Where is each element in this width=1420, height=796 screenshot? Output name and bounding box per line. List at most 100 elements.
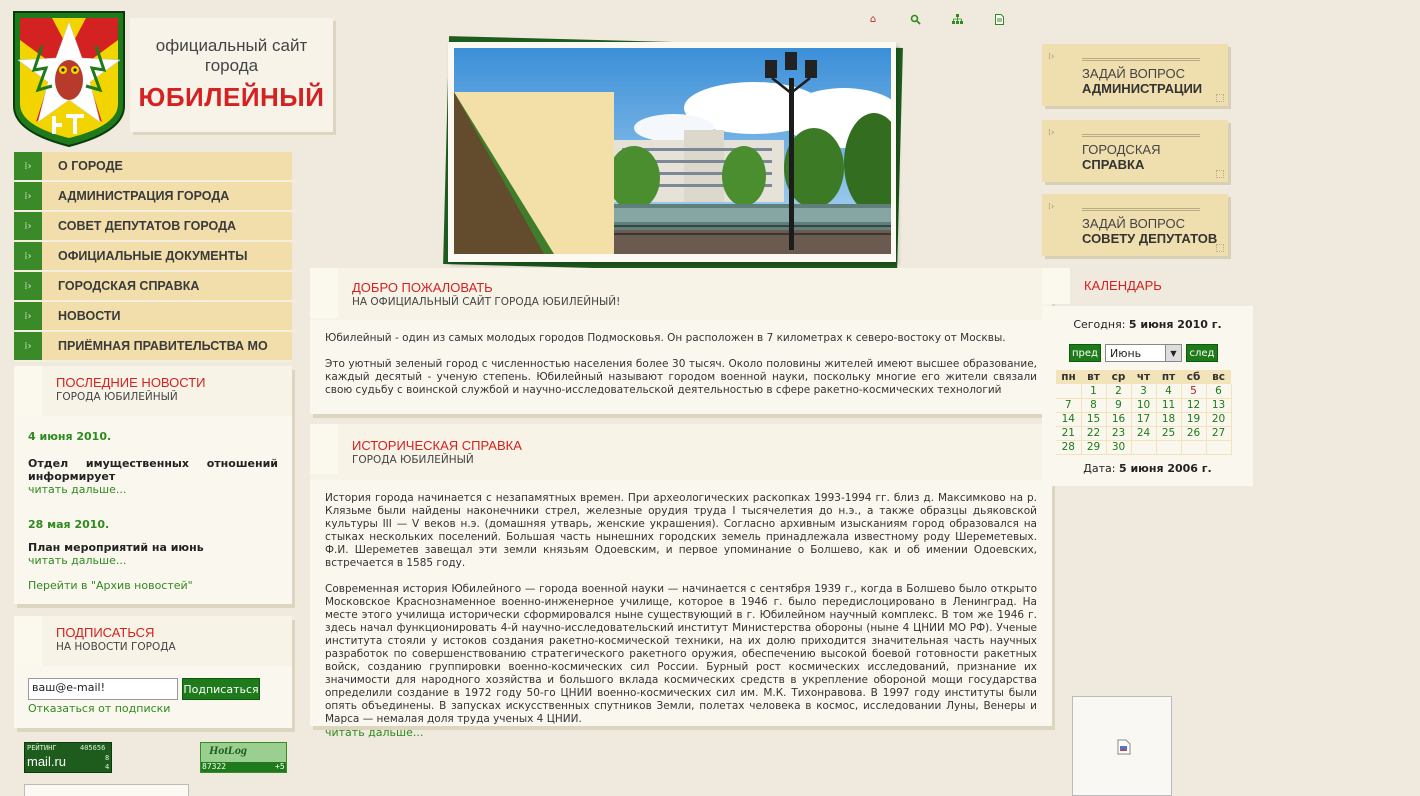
calendar-day[interactable]: 17 [1131,412,1157,427]
read-more-link[interactable]: читать дальше... [28,554,278,567]
calendar-day[interactable]: 24 [1131,426,1157,441]
rating-small2: 4 [105,763,110,771]
menu-item-administration[interactable]: ⁞› АДМИНИСТРАЦИЯ ГОРОДА [14,182,292,212]
calendar-date: Дата: 5 июня 2006 г. [1042,462,1253,475]
sitemap-icon[interactable] [950,12,964,26]
news-archive-link[interactable]: Перейти в "Архив новостей" [28,579,278,592]
site-logo-text[interactable]: официальный сайт города ЮБИЛЕЙНЫЙ [130,18,333,132]
read-more-link[interactable]: читать дальше... [28,483,278,496]
calendar-day[interactable]: 20 [1206,412,1232,427]
calendar-day[interactable]: 2 [1106,384,1132,399]
history-title: ИСТОРИЧЕСКАЯ СПРАВКА [352,438,522,453]
home-icon[interactable]: ⌂ [866,12,880,26]
welcome-subtitle: НА ОФИЦИАЛЬНЫЙ САЙТ ГОРОДА ЮБИЛЕЙНЫЙ! [352,296,621,308]
menu-arrow-icon: ⁞› [14,242,42,270]
unsubscribe-link[interactable]: Отказаться от подписки [28,702,170,715]
calendar-day-selected[interactable]: 5 [1181,384,1207,399]
welcome-block: ДОБРО ПОЖАЛОВАТЬ НА ОФИЦИАЛЬНЫЙ САЙТ ГОР… [310,268,1052,414]
calendar-day[interactable]: 18 [1156,412,1182,427]
calendar-day[interactable]: 1 [1081,384,1107,399]
search-icon[interactable] [908,12,922,26]
calendar-day[interactable]: 22 [1081,426,1107,441]
corner-icon [1216,170,1224,178]
button-line2: АДМИНИСТРАЦИИ [1082,81,1203,96]
calendar-grid: пн вт ср чт пт сб вс 1 2 3 4 5 6 7 8 9 1… [1056,370,1232,455]
calendar-block: КАЛЕНДАРЬ Сегодня: 5 июня 2010 г. пред И… [1042,268,1253,486]
menu-item-government-reception[interactable]: ⁞› ПРИЁМНАЯ ПРАВИТЕЛЬСТВА МО [14,332,292,362]
calendar-day[interactable]: 26 [1181,426,1207,441]
calendar-day[interactable]: 8 [1081,398,1107,413]
mailru-rating-counter[interactable]: РЕЙТИНГ 405656 mail.ru 8 4 [24,742,112,773]
city-view-photo [454,48,891,254]
news-title[interactable]: Отдел имущественных отношений информируе… [28,457,278,483]
arrow-icon: ⁞› [1048,52,1055,62]
menu-item-documents[interactable]: ⁞› ОФИЦИАЛЬНЫЕ ДОКУМЕНТЫ [14,242,292,272]
calendar-day[interactable]: 30 [1106,440,1132,455]
history-block: ИСТОРИЧЕСКАЯ СПРАВКА ГОРОДА ЮБИЛЕЙНЫЙ Ис… [310,424,1052,739]
menu-item-city-reference[interactable]: ⁞› ГОРОДСКАЯ СПРАВКА [14,272,292,302]
menu-item-label: ПРИЁМНАЯ ПРАВИТЕЛЬСТВА МО [58,339,268,353]
menu-item-label: ОФИЦИАЛЬНЫЕ ДОКУМЕНТЫ [58,249,248,263]
email-input[interactable]: ваш@e-mail! [28,678,178,700]
news-date: 28 мая 2010. [28,518,110,531]
menu-arrow-icon: ⁞› [14,182,42,210]
button-line1: ЗАДАЙ ВОПРОС [1082,66,1185,81]
divider [1082,58,1200,61]
calendar-day[interactable]: 29 [1081,440,1107,455]
block-tab [310,424,338,474]
welcome-paragraph: Это уютный зеленый город с численностью … [325,358,1037,396]
menu-item-news[interactable]: ⁞› НОВОСТИ [14,302,292,332]
calendar-day[interactable]: 25 [1156,426,1182,441]
menu-item-about-city[interactable]: ⁞› О ГОРОДЕ [14,152,292,182]
calendar-day[interactable]: 21 [1056,426,1082,441]
calendar-day[interactable]: 27 [1206,426,1232,441]
menu-arrow-icon: ⁞› [14,212,42,240]
calendar-day[interactable]: 6 [1206,384,1232,399]
menu-item-council[interactable]: ⁞› СОВЕТ ДЕПУТАТОВ ГОРОДА [14,212,292,242]
ask-administration-button[interactable]: ⁞› ЗАДАЙ ВОПРОС АДМИНИСТРАЦИИ [1042,44,1228,106]
news-title[interactable]: План мероприятий на июнь [28,541,278,554]
weekday-header: пн [1056,370,1081,384]
next-month-button[interactable]: след [1186,344,1218,362]
calendar-day[interactable]: 10 [1131,398,1157,413]
prev-month-button[interactable]: пред [1069,344,1101,362]
welcome-paragraph: Юбилейный - один из самых молодых городо… [325,332,1006,344]
calendar-day[interactable]: 23 [1106,426,1132,441]
calendar-day[interactable]: 19 [1181,412,1207,427]
calendar-day[interactable]: 28 [1056,440,1082,455]
read-more-link[interactable]: читать дальше... [325,726,1037,739]
hotlog-counter[interactable]: HotLog 87322 +5 [200,742,287,773]
button-line2: СПРАВКА [1082,157,1145,172]
history-subtitle: ГОРОДА ЮБИЛЕЙНЫЙ [352,454,474,466]
calendar-day[interactable]: 15 [1081,412,1107,427]
city-coat-of-arms-logo[interactable] [12,10,126,148]
month-select[interactable]: Июнь ▼ [1105,344,1182,362]
welcome-title: ДОБРО ПОЖАЛОВАТЬ [352,280,493,295]
calendar-day [1131,440,1157,455]
date-value: 5 июня 2006 г. [1118,462,1212,475]
calendar-day[interactable]: 14 [1056,412,1082,427]
calendar-day[interactable]: 7 [1056,398,1082,413]
calendar-day[interactable]: 13 [1206,398,1232,413]
rating-brand: mail.ru [27,754,67,769]
subscribe-subtitle: НА НОВОСТИ ГОРОДА [56,641,176,653]
subscribe-button[interactable]: Подписаться [182,678,260,700]
arrow-icon: ⁞› [1048,202,1055,212]
ask-council-button[interactable]: ⁞› ЗАДАЙ ВОПРОС СОВЕТУ ДЕПУТАТОВ [1042,194,1228,256]
banner-placeholder[interactable] [1072,696,1172,796]
calendar-day[interactable]: 16 [1106,412,1132,427]
calendar-day[interactable]: 4 [1156,384,1182,399]
calendar-day[interactable]: 3 [1131,384,1157,399]
menu-arrow-icon: ⁞› [14,272,42,300]
logo-city-name: ЮБИЛЕЙНЫЙ [138,82,325,112]
calendar-day[interactable]: 12 [1181,398,1207,413]
calendar-day[interactable]: 11 [1156,398,1182,413]
weekday-header: сб [1181,370,1206,384]
calendar-day [1206,440,1232,455]
menu-item-label: О ГОРОДЕ [58,159,123,173]
document-icon[interactable] [992,12,1006,26]
calendar-day[interactable]: 9 [1106,398,1132,413]
city-reference-button[interactable]: ⁞› ГОРОДСКАЯ СПРАВКА [1042,120,1228,182]
block-tab [310,268,338,318]
calendar-title: КАЛЕНДАРЬ [1084,278,1162,293]
